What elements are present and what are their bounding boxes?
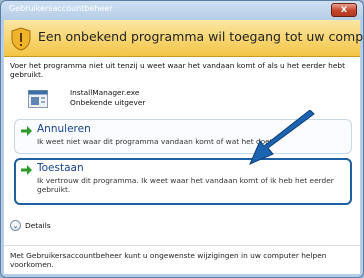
close-icon: x	[340, 4, 348, 15]
details-label: Details	[25, 221, 51, 230]
footer-text: Met Gebruikersaccountbeheer kunt u ongew…	[10, 251, 327, 269]
close-button[interactable]: x	[331, 3, 357, 17]
pointer-arrow-icon	[249, 110, 315, 165]
footer: Met Gebruikersaccountbeheer kunt u ongew…	[4, 245, 360, 274]
chevron-down-icon: ⌄	[10, 220, 21, 231]
program-name: InstallManager.exe	[70, 88, 140, 97]
allow-option-description: Ik vertrouw dit programma. Ik weet waar …	[37, 176, 334, 194]
allow-option-title: Toestaan	[37, 162, 84, 174]
warning-description: Voer het programma niet uit tenzij u wee…	[10, 61, 345, 79]
green-arrow-icon	[21, 126, 32, 136]
program-icon	[28, 90, 48, 108]
green-arrow-icon	[21, 165, 32, 175]
cancel-option-title: Annuleren	[37, 123, 91, 135]
header-title: Een onbekend programma wil toegang tot u…	[38, 29, 364, 44]
shield-icon	[11, 27, 31, 51]
warning-header: Een onbekend programma wil toegang tot u…	[4, 20, 363, 57]
window-title: Gebruikersaccountbeheer	[9, 4, 113, 13]
program-publisher: Onbekende uitgever	[70, 98, 146, 107]
titlebar: Gebruikersaccountbeheer x	[1, 1, 363, 20]
